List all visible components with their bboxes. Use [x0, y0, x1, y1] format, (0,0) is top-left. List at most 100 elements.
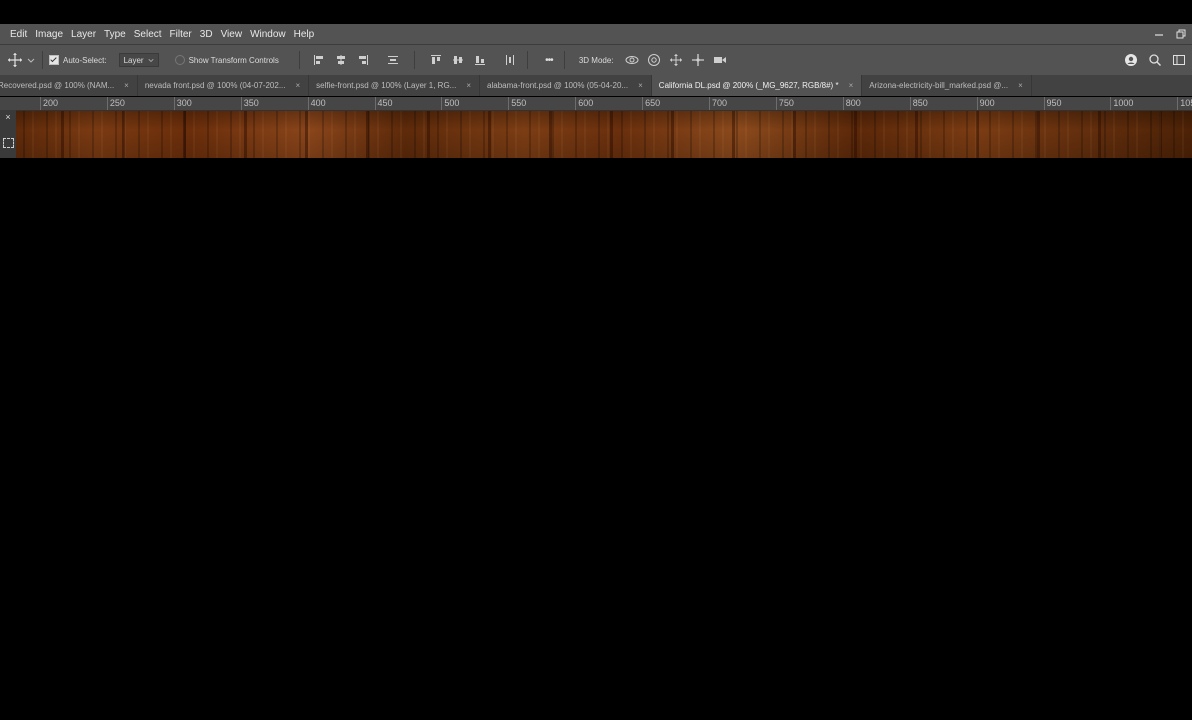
document-tab-bar: Recovered.psd @ 100% (NAM... × nevada fr…	[0, 75, 1192, 96]
photoshop-window: Edit Image Layer Type Select Filter 3D V…	[0, 0, 1192, 720]
distribute-vertical-icon	[387, 56, 398, 64]
chevron-down-icon	[148, 58, 154, 63]
slide-icon	[691, 54, 704, 66]
divider	[298, 51, 300, 69]
divider	[413, 51, 415, 69]
tool-preset-dropdown[interactable]	[26, 55, 36, 65]
pan-icon	[669, 54, 682, 66]
ruler-tick-label: 700	[709, 97, 727, 110]
ruler-tick-label: 800	[842, 97, 861, 110]
3d-pan-button[interactable]	[668, 52, 684, 68]
search-icon	[1149, 54, 1161, 66]
close-icon[interactable]: ×	[849, 81, 854, 90]
close-icon[interactable]: ×	[466, 81, 471, 90]
auto-select-checkbox[interactable]	[49, 55, 59, 65]
search-button[interactable]	[1146, 51, 1164, 69]
auto-select-label: Auto-Select:	[63, 55, 107, 65]
move-icon	[8, 53, 22, 67]
document-tab[interactable]: Recovered.psd @ 100% (NAM... ×	[0, 75, 138, 96]
menu-view[interactable]: View	[217, 29, 247, 40]
collapsed-tool-panel: ×	[0, 110, 16, 158]
align-bottom-icon	[474, 56, 485, 65]
menu-layer[interactable]: Layer	[67, 29, 100, 40]
ruler-tick-label: 200	[40, 97, 58, 110]
3d-slide-button[interactable]	[690, 52, 706, 68]
menu-help[interactable]: Help	[290, 29, 319, 40]
align-buttons	[312, 51, 517, 69]
auto-select-target-value: Layer	[123, 55, 144, 65]
document-tab[interactable]: alabama-front.psd @ 100% (05-04-20... ×	[480, 75, 652, 96]
orbit-icon	[625, 56, 639, 64]
video-camera-icon	[713, 57, 726, 63]
minimize-button[interactable]	[1148, 24, 1170, 44]
align-left-button[interactable]	[312, 53, 326, 67]
ruler-tick-label: 105	[1177, 97, 1192, 110]
close-icon[interactable]: ×	[1018, 81, 1023, 90]
ruler-tick-label: 950	[1043, 97, 1062, 110]
3d-orbit-button[interactable]	[624, 52, 640, 68]
align-top-button[interactable]	[429, 53, 443, 67]
document-tab[interactable]: selfie-front.psd @ 100% (Layer 1, RG... …	[309, 75, 481, 96]
options-bar-right-tools	[1122, 45, 1192, 75]
divider	[526, 51, 528, 69]
menu-filter[interactable]: Filter	[166, 29, 196, 40]
tab-label: selfie-front.psd @ 100% (Layer 1, RG...	[316, 81, 457, 90]
restore-button[interactable]	[1170, 24, 1192, 44]
marquee-tool-icon[interactable]	[2, 138, 14, 148]
close-icon[interactable]: ×	[638, 81, 643, 90]
3d-roll-button[interactable]	[646, 52, 662, 68]
ruler-tick-label: 450	[374, 97, 393, 110]
more-options-button[interactable]: •••	[540, 53, 558, 67]
menu-bar: Edit Image Layer Type Select Filter 3D V…	[0, 24, 1192, 44]
account-icon	[1125, 54, 1137, 66]
close-icon[interactable]: ×	[124, 81, 129, 90]
close-icon[interactable]: ×	[5, 111, 10, 123]
auto-select-target-dropdown[interactable]: Layer	[118, 53, 159, 67]
ruler-tick-label: 350	[240, 97, 259, 110]
document-canvas[interactable]	[0, 111, 1192, 158]
roll-icon	[647, 54, 660, 66]
ruler-tick-label: 600	[575, 97, 593, 110]
align-top-icon	[430, 55, 441, 64]
distribute-vertical-button[interactable]	[386, 53, 400, 67]
restore-icon	[1176, 29, 1186, 39]
close-icon[interactable]: ×	[296, 81, 301, 90]
tab-label: nevada front.psd @ 100% (04-07-202...	[144, 81, 286, 90]
tab-label: alabama-front.psd @ 100% (05-04-20...	[487, 81, 629, 90]
account-button[interactable]	[1122, 51, 1140, 69]
ruler-tick-label: 250	[106, 97, 125, 110]
document-tab[interactable]: Arizona-electricity-bill_marked.psd @...…	[862, 75, 1032, 96]
options-bar: Auto-Select: Layer Show Transform Contro…	[0, 44, 1192, 76]
menu-window[interactable]: Window	[246, 29, 290, 40]
document-tab[interactable]: nevada front.psd @ 100% (04-07-202... ×	[138, 75, 310, 96]
ruler-tick-label: 300	[173, 97, 192, 110]
tab-label: California DL.psd @ 200% (_MG_9627, RGB/…	[658, 81, 839, 90]
3d-scale-button[interactable]	[712, 52, 728, 68]
ruler-tick-label: 1000	[1110, 97, 1133, 110]
align-right-button[interactable]	[356, 53, 370, 67]
show-transform-checkbox[interactable]	[174, 55, 185, 65]
align-center-horizontal-icon	[336, 55, 345, 65]
horizontal-ruler[interactable]: 200 250 300 350 400 450 500 550 600 650 700 750 800 8…	[0, 97, 1192, 111]
align-bottom-button[interactable]	[473, 53, 487, 67]
window-controls	[1148, 24, 1192, 44]
menu-select[interactable]: Select	[130, 29, 166, 40]
ruler-tick-label: 400	[307, 97, 326, 110]
show-transform-label: Show Transform Controls	[188, 55, 279, 65]
workspace-icon	[1173, 55, 1185, 65]
align-middle-v-button[interactable]	[451, 53, 465, 67]
distribute-horizontal-button[interactable]	[503, 53, 517, 67]
menu-3d[interactable]: 3D	[196, 29, 217, 40]
ruler-tick-label: 850	[909, 97, 928, 110]
menu-edit[interactable]: Edit	[6, 29, 31, 40]
align-center-h-button[interactable]	[334, 53, 348, 67]
workspace-button[interactable]	[1170, 51, 1188, 69]
move-tool-button[interactable]	[6, 51, 24, 69]
distribute-horizontal-icon	[505, 55, 514, 65]
ruler-tick-label: 500	[441, 97, 459, 110]
menu-type[interactable]: Type	[100, 29, 130, 40]
menu-image[interactable]: Image	[31, 29, 67, 40]
document-tab-active[interactable]: California DL.psd @ 200% (_MG_9627, RGB/…	[651, 75, 863, 96]
ruler-tick-label: 550	[508, 97, 526, 110]
tab-label: Arizona-electricity-bill_marked.psd @...	[869, 81, 1009, 90]
